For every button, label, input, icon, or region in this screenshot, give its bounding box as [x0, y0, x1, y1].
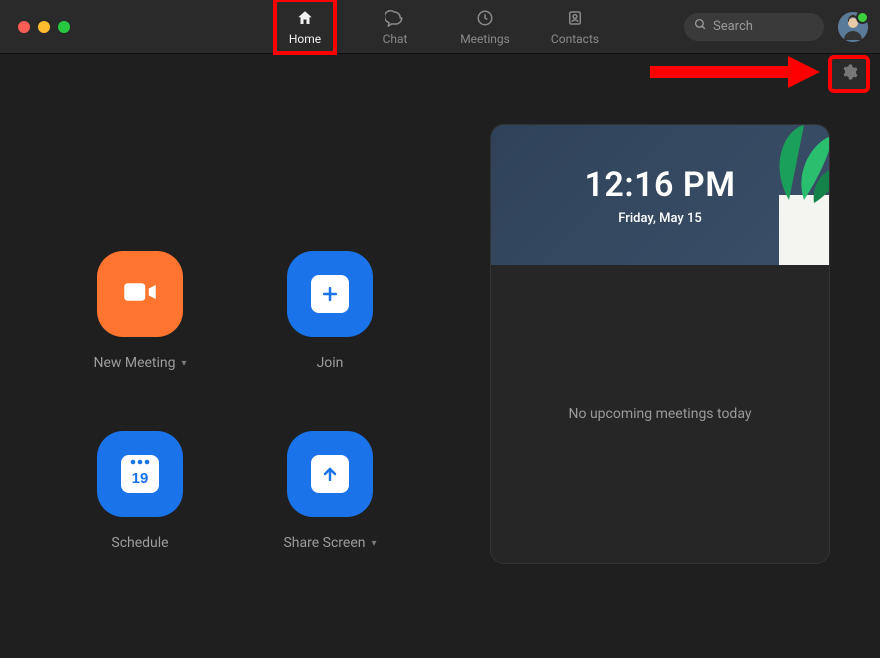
tab-meetings-label: Meetings [460, 32, 510, 46]
plus-icon [311, 275, 349, 313]
search-placeholder: Search [713, 19, 753, 34]
tab-meetings[interactable]: Meetings [455, 0, 515, 53]
home-icon [295, 8, 315, 28]
calendar-icon: 19 [121, 455, 159, 493]
chat-icon [385, 8, 405, 28]
main-content: New Meeting ▾ Join [0, 94, 880, 658]
share-screen-button[interactable] [287, 431, 373, 517]
minimize-window-button[interactable] [38, 21, 50, 33]
settings-button[interactable] [830, 57, 868, 91]
clock-header: 12:16 PM Friday, May 15 [491, 125, 829, 265]
close-window-button[interactable] [18, 21, 30, 33]
action-tiles: New Meeting ▾ Join [20, 124, 450, 638]
subbar [0, 54, 880, 94]
plant-decoration [749, 125, 829, 265]
top-nav-tabs: Home Chat Meetings Contacts [275, 0, 605, 53]
fullscreen-window-button[interactable] [58, 21, 70, 33]
join-label: Join [317, 355, 344, 371]
new-meeting-label: New Meeting [93, 355, 175, 371]
new-meeting-button[interactable] [97, 251, 183, 337]
tab-contacts[interactable]: Contacts [545, 0, 605, 53]
titlebar: Home Chat Meetings Contacts Search [0, 0, 880, 54]
share-screen-label: Share Screen [283, 535, 365, 551]
svg-text:19: 19 [132, 470, 149, 487]
current-time: 12:16 PM [585, 165, 736, 205]
meetings-empty-text: No upcoming meetings today [569, 406, 752, 422]
new-meeting-tile[interactable]: New Meeting ▾ [75, 251, 205, 371]
current-date: Friday, May 15 [618, 211, 701, 226]
search-input[interactable]: Search [684, 13, 824, 41]
annotation-arrow [650, 54, 820, 94]
schedule-tile[interactable]: 19 Schedule [75, 431, 205, 551]
gear-icon [840, 63, 858, 85]
meetings-card: 12:16 PM Friday, May 15 No upcoming meet… [490, 124, 830, 564]
tab-contacts-label: Contacts [551, 32, 599, 46]
arrow-up-icon [311, 455, 349, 493]
schedule-button[interactable]: 19 [97, 431, 183, 517]
share-screen-tile[interactable]: Share Screen ▾ [265, 431, 395, 551]
meetings-panel: 12:16 PM Friday, May 15 No upcoming meet… [460, 124, 860, 638]
chevron-down-icon[interactable]: ▾ [371, 538, 376, 549]
window-controls [18, 21, 70, 33]
video-camera-icon [119, 271, 161, 317]
join-button[interactable] [287, 251, 373, 337]
tab-chat-label: Chat [383, 32, 408, 46]
clock-icon [475, 8, 495, 28]
search-icon [694, 18, 707, 35]
contacts-icon [565, 8, 585, 28]
tab-home[interactable]: Home [275, 0, 335, 53]
chevron-down-icon[interactable]: ▾ [182, 358, 187, 369]
tab-chat[interactable]: Chat [365, 0, 425, 53]
meetings-empty: No upcoming meetings today [491, 265, 829, 563]
avatar[interactable] [838, 12, 868, 42]
join-tile[interactable]: Join [265, 251, 395, 371]
schedule-label: Schedule [111, 535, 168, 551]
tab-home-label: Home [289, 32, 321, 46]
